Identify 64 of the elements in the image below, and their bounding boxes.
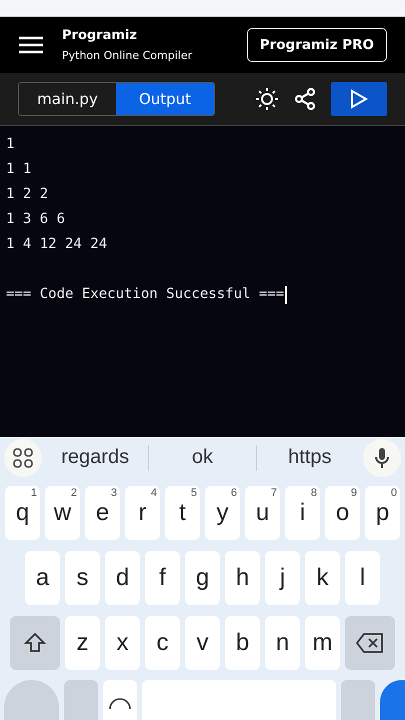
letter-key[interactable]: x bbox=[105, 616, 140, 670]
suggestion-chip[interactable]: regards bbox=[42, 442, 148, 472]
output-line: 1 bbox=[6, 135, 14, 154]
letter-key[interactable]: g bbox=[185, 551, 220, 605]
pro-button[interactable]: Programiz PRO bbox=[246, 28, 387, 62]
letter-key[interactable]: i 8 bbox=[285, 486, 320, 540]
output-line: 1 1 bbox=[6, 160, 32, 179]
sun-icon[interactable] bbox=[255, 87, 279, 111]
execution-status: === Code Execution Successful === bbox=[6, 285, 284, 304]
number-hint: 8 bbox=[310, 487, 317, 499]
letter-key[interactable]: n bbox=[265, 616, 300, 670]
voice-button[interactable] bbox=[362, 438, 401, 476]
number-hint: 6 bbox=[230, 487, 237, 499]
letter-key[interactable]: v bbox=[185, 616, 220, 670]
letter-key[interactable]: s bbox=[65, 551, 100, 605]
suggestion-chip[interactable]: ok bbox=[149, 442, 256, 472]
suggestion-chip[interactable]: https bbox=[256, 442, 363, 472]
shift-key[interactable] bbox=[10, 616, 60, 670]
letter-key[interactable]: e 3 bbox=[85, 486, 120, 540]
number-hint: 3 bbox=[110, 487, 117, 499]
letter-key[interactable]: c bbox=[145, 616, 180, 670]
letter-key[interactable]: u 7 bbox=[245, 486, 280, 540]
grid-icon bbox=[13, 448, 33, 468]
menu-icon[interactable] bbox=[18, 35, 44, 55]
run-button[interactable] bbox=[331, 82, 387, 116]
letter-key[interactable]: m bbox=[305, 616, 340, 670]
letter-key[interactable]: d bbox=[105, 551, 140, 605]
backspace-icon bbox=[356, 632, 384, 654]
number-hint: 9 bbox=[350, 487, 357, 499]
output-line: 1 3 6 6 bbox=[6, 210, 66, 229]
number-hint: 0 bbox=[390, 487, 397, 499]
number-hint: 7 bbox=[270, 487, 277, 499]
backspace-key[interactable] bbox=[345, 616, 395, 670]
letter-key[interactable]: k bbox=[305, 551, 340, 605]
letter-key[interactable]: f bbox=[145, 551, 180, 605]
shift-icon bbox=[23, 631, 47, 655]
letter-key[interactable]: y 6 bbox=[205, 486, 240, 540]
emoji-icon bbox=[109, 696, 131, 710]
number-hint: 4 bbox=[150, 487, 157, 499]
letter-key[interactable]: j bbox=[265, 551, 300, 605]
output-line: 1 2 2 bbox=[6, 185, 48, 204]
brand-logo[interactable]: Programiz bbox=[62, 28, 229, 43]
page-subtitle: Python Online Compiler bbox=[62, 49, 194, 62]
output-line: 1 4 12 24 24 bbox=[6, 235, 108, 254]
letter-key[interactable]: l bbox=[345, 551, 380, 605]
letter-key[interactable]: t 5 bbox=[165, 486, 200, 540]
number-hint: 1 bbox=[30, 487, 37, 499]
number-hint: 5 bbox=[190, 487, 197, 499]
letter-key[interactable]: z bbox=[65, 616, 100, 670]
file-tab[interactable]: Output bbox=[116, 83, 214, 115]
number-hint: 2 bbox=[70, 487, 77, 499]
play-icon bbox=[350, 89, 368, 109]
letter-key[interactable]: q 1 bbox=[5, 486, 40, 540]
letter-key[interactable]: o 9 bbox=[325, 486, 360, 540]
emoji-key[interactable] bbox=[103, 680, 137, 720]
share-icon[interactable] bbox=[293, 87, 317, 111]
microphone-icon bbox=[374, 446, 390, 468]
letter-key[interactable]: a bbox=[25, 551, 60, 605]
letter-key[interactable]: b bbox=[225, 616, 260, 670]
letter-key[interactable]: w 2 bbox=[45, 486, 80, 540]
letter-key[interactable]: h bbox=[225, 551, 260, 605]
letter-key[interactable]: p 0 bbox=[365, 486, 400, 540]
letter-key[interactable]: r 4 bbox=[125, 486, 160, 540]
apps-button[interactable] bbox=[4, 438, 42, 476]
